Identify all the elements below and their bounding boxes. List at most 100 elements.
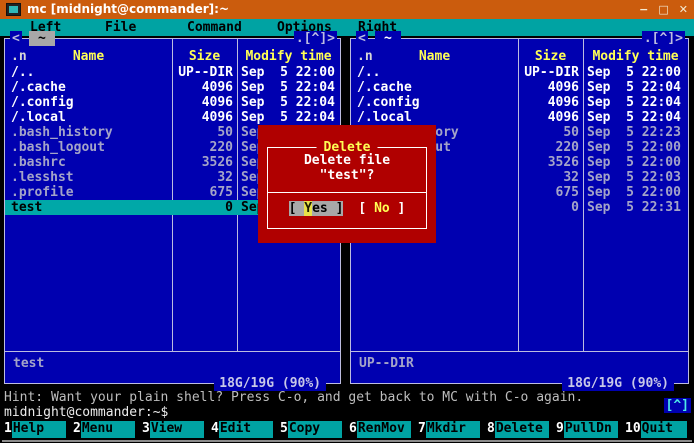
shell-prompt[interactable]: midnight@commander:~$ — [4, 405, 168, 420]
column-header-size[interactable]: Size — [518, 49, 583, 64]
dialog-message-line2: "test"? — [268, 168, 426, 183]
right-panel-column-headers: .n Name Size Modify time — [351, 49, 688, 64]
file-mtime: Sep 5 22:04 — [583, 80, 688, 95]
function-key-button[interactable]: 3 View — [142, 421, 211, 438]
file-name: .lesshst — [5, 170, 172, 185]
function-key-number: 9 — [556, 421, 564, 438]
table-row[interactable]: /.config 4096 Sep 5 22:04 — [5, 95, 340, 110]
file-name: .bash_logout — [5, 140, 172, 155]
file-size: 50 — [518, 125, 583, 140]
table-row[interactable]: /.local 4096 Sep 5 22:04 — [5, 110, 340, 125]
file-name: test — [5, 200, 172, 215]
function-key-button[interactable]: 4 Edit — [211, 421, 280, 438]
file-size: UP--DIR — [518, 65, 583, 80]
dialog-buttons: [ Yes ] [ No ] — [268, 201, 426, 216]
column-header-size[interactable]: Size — [172, 49, 237, 64]
file-mtime: Sep 5 22:00 — [583, 185, 688, 200]
sort-indicator[interactable]: .n — [11, 49, 27, 64]
column-header-mtime[interactable]: Modify time — [583, 49, 688, 64]
ministatus-divider — [5, 351, 340, 352]
file-name: /.cache — [351, 80, 518, 95]
minimize-icon[interactable]: − — [639, 2, 648, 17]
dialog-message-line1: Delete file — [268, 153, 426, 168]
delete-dialog-frame: Delete Delete file "test"? [ Yes ] [ No … — [267, 147, 427, 229]
window-title: mc [midnight@commander]:~ — [27, 2, 633, 17]
sort-indicator[interactable]: .n — [357, 49, 373, 64]
file-name: .bash_history — [5, 125, 172, 140]
function-key-button[interactable]: 10 Quit — [625, 421, 694, 438]
function-key-label: PullDn — [564, 421, 618, 438]
file-size: 4096 — [172, 95, 237, 110]
file-mtime: Sep 5 22:04 — [583, 95, 688, 110]
file-mtime: Sep 5 22:04 — [237, 95, 340, 110]
file-name: /.config — [5, 95, 172, 110]
file-mtime: Sep 5 22:04 — [237, 80, 340, 95]
panel-left-arrow-icon[interactable]: < — [10, 31, 22, 46]
no-button-text: [ — [358, 201, 374, 216]
table-row[interactable]: /.local 4096 Sep 5 22:04 — [351, 110, 688, 125]
file-size: 50 — [172, 125, 237, 140]
dialog-divider — [268, 192, 426, 193]
function-key-number: 4 — [211, 421, 219, 438]
menu-bar: LeftFileCommandOptionsRight — [0, 19, 694, 36]
column-header-name[interactable]: Name — [351, 49, 518, 64]
table-row[interactable]: /.cache 4096 Sep 5 22:04 — [5, 80, 340, 95]
file-name: .profile — [5, 185, 172, 200]
scroll-up-indicator[interactable]: [^] — [664, 398, 691, 413]
no-hotkey: No — [374, 201, 390, 216]
file-name: /.local — [351, 110, 518, 125]
file-name: /.config — [351, 95, 518, 110]
close-icon[interactable]: ✕ — [679, 2, 688, 17]
file-mtime: Sep 5 22:00 — [237, 65, 340, 80]
menu-item[interactable]: Command — [187, 20, 242, 35]
file-mtime: Sep 5 22:00 — [583, 65, 688, 80]
window-bottom-border — [2, 440, 692, 442]
file-size: 4096 — [172, 110, 237, 125]
file-size: 4096 — [518, 110, 583, 125]
function-key-button[interactable]: 5 Copy — [280, 421, 349, 438]
function-key-label: View — [150, 421, 204, 438]
yes-button[interactable]: [ Yes ] — [289, 201, 344, 216]
function-key-button[interactable]: 1 Help — [4, 421, 73, 438]
function-key-label: Delete — [495, 421, 549, 438]
no-button[interactable]: [ No ] — [358, 201, 405, 216]
right-disk-usage: 18G/19G (90%) — [562, 376, 674, 391]
column-header-mtime[interactable]: Modify time — [237, 49, 340, 64]
file-size: 0 — [172, 200, 237, 215]
file-size: 675 — [172, 185, 237, 200]
file-size: 220 — [518, 140, 583, 155]
function-key-number: 2 — [73, 421, 81, 438]
function-key-button[interactable]: 2 Menu — [73, 421, 142, 438]
menu-item[interactable]: File — [105, 20, 136, 35]
function-key-number: 7 — [418, 421, 426, 438]
file-mtime: Sep 5 22:04 — [583, 110, 688, 125]
function-key-button[interactable]: 8 Delete — [487, 421, 556, 438]
right-panel-corner-controls[interactable]: .[^]> — [642, 31, 685, 46]
left-panel-corner-controls[interactable]: .[^]> — [294, 31, 337, 46]
table-row[interactable]: /.cache 4096 Sep 5 22:04 — [351, 80, 688, 95]
table-row[interactable]: /.. UP--DIR Sep 5 22:00 — [351, 65, 688, 80]
mc-terminal-window: mc [midnight@commander]:~ − □ ✕ LeftFile… — [0, 0, 694, 443]
function-key-number: 10 — [625, 421, 641, 438]
maximize-icon[interactable]: □ — [658, 2, 668, 17]
panel-left-arrow-icon[interactable]: < — [356, 31, 368, 46]
left-panel-column-headers: .n Name Size Modify time — [5, 49, 340, 64]
file-size: 3526 — [518, 155, 583, 170]
left-ministatus: test — [13, 356, 44, 371]
left-panel-path-tab[interactable]: ~ — [29, 31, 55, 46]
column-header-name[interactable]: Name — [5, 49, 172, 64]
table-row[interactable]: /.. UP--DIR Sep 5 22:00 — [5, 65, 340, 80]
function-key-button[interactable]: 7 Mkdir — [418, 421, 487, 438]
right-panel-path-tab[interactable]: ~ — [375, 31, 401, 46]
right-ministatus: UP--DIR — [359, 356, 414, 371]
function-key-button[interactable]: 6 RenMov — [349, 421, 418, 438]
function-key-number: 1 — [4, 421, 12, 438]
file-mtime: Sep 5 22:00 — [583, 155, 688, 170]
file-name: /.. — [5, 65, 172, 80]
function-key-number: 3 — [142, 421, 150, 438]
table-row[interactable]: /.config 4096 Sep 5 22:04 — [351, 95, 688, 110]
function-key-button[interactable]: 9 PullDn — [556, 421, 625, 438]
file-size: 220 — [172, 140, 237, 155]
function-key-label: Quit — [641, 421, 687, 438]
file-size: 4096 — [518, 95, 583, 110]
